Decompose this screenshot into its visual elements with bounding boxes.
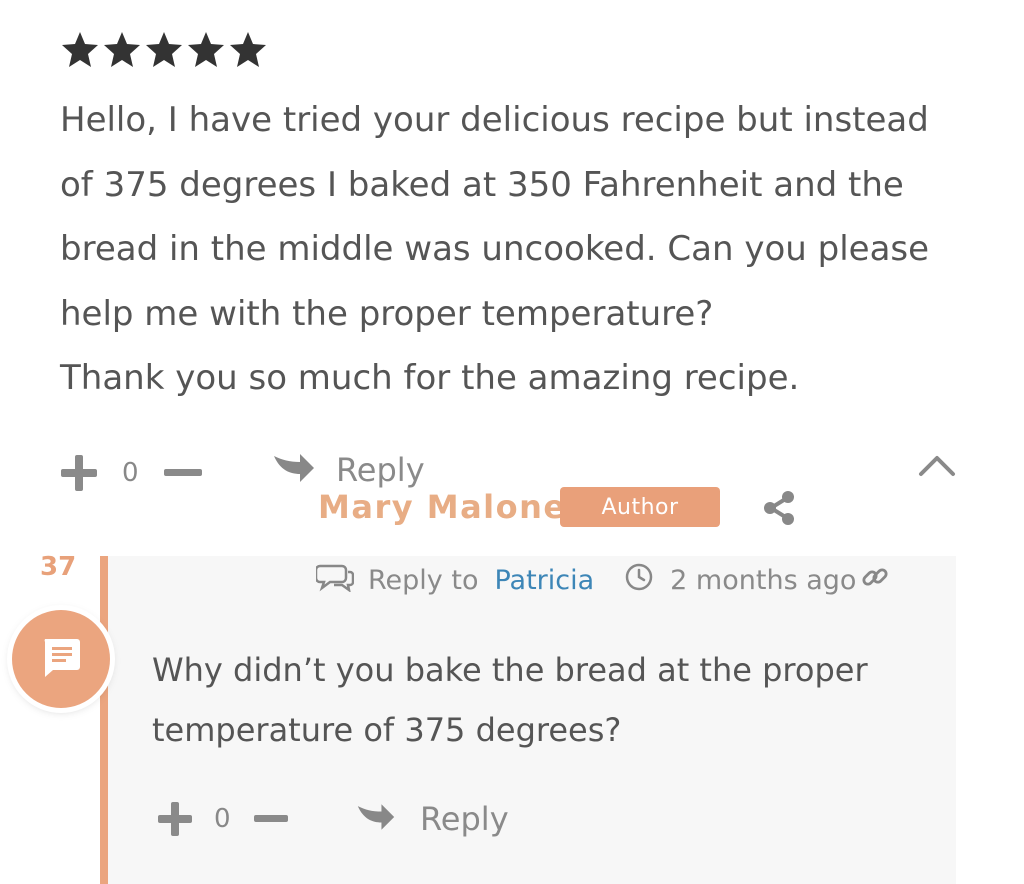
reply-to-label: Reply to bbox=[368, 565, 479, 596]
reply-button[interactable]: Reply bbox=[356, 800, 509, 838]
thread-bar bbox=[100, 556, 108, 884]
author-badge: Author bbox=[560, 487, 720, 527]
star-icon bbox=[228, 30, 268, 68]
reply-label: Reply bbox=[336, 451, 425, 489]
reply-to-name[interactable]: Patricia bbox=[494, 565, 594, 596]
vote-count: 0 bbox=[122, 458, 139, 488]
star-icon bbox=[186, 30, 226, 68]
clock-icon bbox=[624, 562, 654, 599]
star-icon bbox=[144, 30, 184, 68]
reply-arrow-icon bbox=[356, 800, 396, 838]
comment-text: Hello, I have tried your delicious recip… bbox=[60, 100, 930, 398]
reply-button[interactable]: Reply bbox=[272, 450, 425, 490]
upvote-plus-icon[interactable] bbox=[58, 452, 100, 494]
thread-count: 37 bbox=[40, 552, 77, 582]
reply-label: Reply bbox=[420, 800, 509, 838]
star-icon bbox=[60, 30, 100, 68]
reply-vote: 0 bbox=[156, 800, 289, 838]
comment-vote: 0 bbox=[58, 452, 203, 494]
downvote-minus-icon[interactable] bbox=[163, 452, 203, 494]
rating-stars bbox=[60, 30, 268, 68]
share-icon[interactable] bbox=[762, 490, 796, 530]
link-icon[interactable] bbox=[860, 562, 890, 599]
upvote-plus-icon[interactable] bbox=[156, 800, 194, 838]
downvote-minus-icon[interactable] bbox=[253, 800, 289, 838]
vote-count: 0 bbox=[214, 804, 231, 834]
chat-icon bbox=[39, 635, 83, 683]
chat-button[interactable] bbox=[12, 610, 110, 708]
reply-meta: Reply to Patricia 2 months ago bbox=[314, 562, 890, 599]
star-icon bbox=[102, 30, 142, 68]
reply-arrow-icon bbox=[272, 450, 316, 490]
reply-text: Why didn’t you bake the bread at the pro… bbox=[152, 651, 868, 749]
speech-bubble-icon bbox=[314, 562, 355, 599]
reply-author-name[interactable]: Mary Malone bbox=[318, 488, 567, 526]
collapse-chevron-up-icon[interactable] bbox=[918, 452, 956, 482]
time-ago[interactable]: 2 months ago bbox=[670, 565, 856, 596]
